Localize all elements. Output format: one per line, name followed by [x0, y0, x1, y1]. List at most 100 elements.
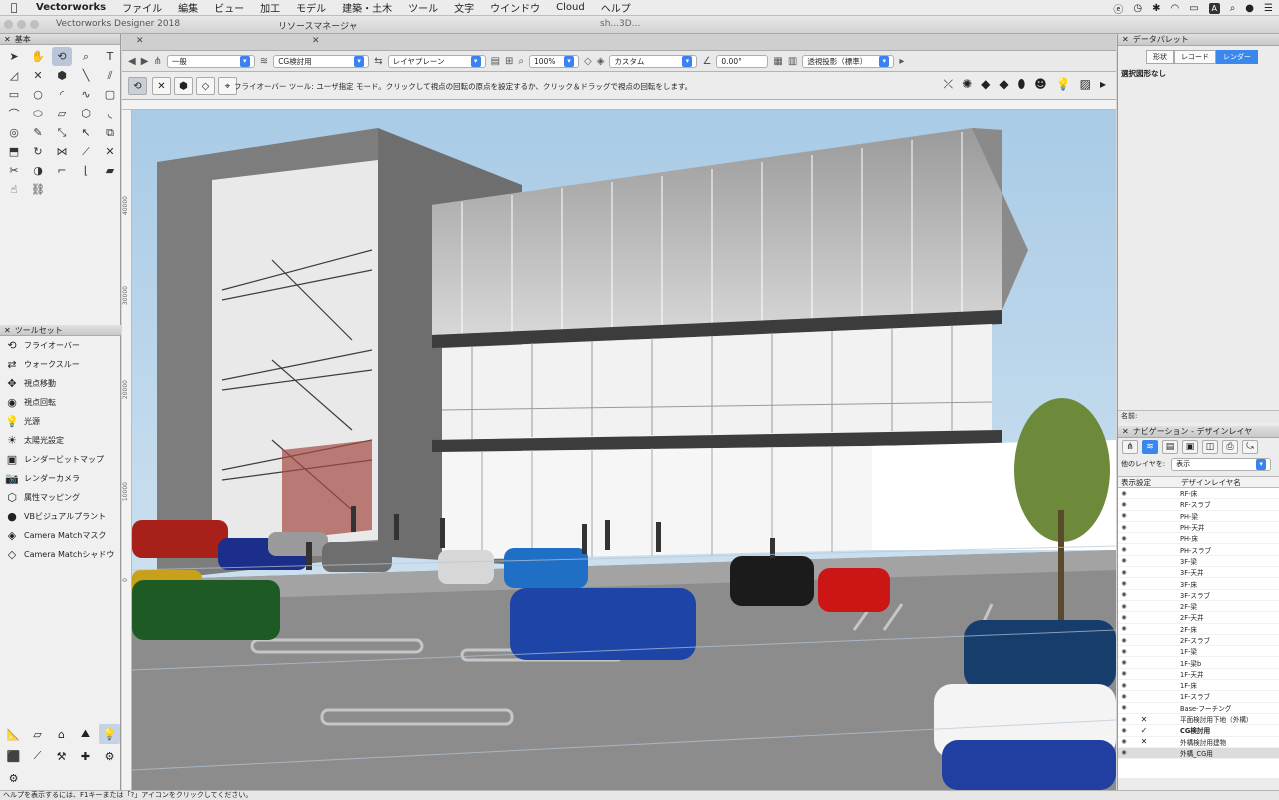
eye-icon[interactable]: ◉	[1118, 490, 1130, 497]
layer-row[interactable]: ◉ 1F-床	[1118, 680, 1279, 692]
layer-row[interactable]: ◉ PH-床	[1118, 533, 1279, 545]
layer-visibility-mark[interactable]: ✓	[1130, 726, 1158, 735]
battery-icon[interactable]: ▭	[1189, 3, 1198, 14]
design-viewport[interactable]	[132, 110, 1116, 790]
user-icon[interactable]: ●	[1245, 3, 1254, 14]
extra-toolset-icon[interactable]: ⚙	[3, 768, 24, 788]
toolset-item[interactable]: ⇄ ウォークスルー	[0, 355, 121, 374]
toolset-item[interactable]: ◈ Camera Matchマスク	[0, 526, 121, 545]
menu-edit[interactable]: 編集	[170, 0, 206, 15]
toolset-item[interactable]: 📷 レンダーカメラ	[0, 469, 121, 488]
mirror-tool-icon[interactable]: ⋈	[52, 142, 72, 161]
menu-file[interactable]: ファイル	[114, 0, 170, 15]
menu-modify[interactable]: 加工	[252, 0, 288, 15]
toolset-close-icon[interactable]: ✕	[4, 325, 11, 335]
bezier-tool-icon[interactable]: ⌐	[52, 161, 72, 180]
eye-icon[interactable]: ◉	[1118, 738, 1130, 745]
spiral-tool-icon[interactable]: ◎	[4, 123, 24, 142]
nav-references-icon[interactable]: ⎙	[1222, 440, 1238, 454]
eye-icon[interactable]: ◉	[1118, 512, 1130, 519]
dims-toolset-icon[interactable]: 📐	[3, 724, 24, 744]
line-tool-icon[interactable]: ╲	[76, 66, 96, 85]
spotlight-icon[interactable]: ⌕	[1230, 3, 1236, 14]
eye-icon[interactable]: ◉	[1118, 704, 1130, 711]
menu-window[interactable]: ウインドウ	[482, 0, 548, 15]
layer-icon[interactable]: ≋	[260, 56, 268, 67]
menu-app-name[interactable]: Vectorworks	[28, 2, 114, 13]
eye-icon[interactable]: ◉	[1118, 501, 1130, 508]
regular-polygon-tool-icon[interactable]: ⬡	[76, 104, 96, 123]
rotate-tool-icon[interactable]: ↻	[28, 142, 48, 161]
palette-close-icon[interactable]: ✕	[1122, 426, 1129, 437]
zoom-tool-icon[interactable]: ⌕	[76, 47, 96, 66]
layer-row[interactable]: ◉ 2F-スラブ	[1118, 635, 1279, 647]
eye-icon[interactable]: ◉	[1118, 591, 1130, 598]
layout-icon[interactable]: ▥	[788, 56, 797, 67]
layer-popup[interactable]: CG検討用 ▾	[273, 54, 370, 68]
annotations-toolset-icon[interactable]: ✚	[75, 746, 96, 766]
zoom-window-button[interactable]	[30, 20, 39, 29]
layer-plane-icon[interactable]: ⇆	[374, 56, 382, 67]
oval-tool-icon[interactable]: ⬭	[28, 104, 48, 123]
toolset-item[interactable]: ☀ 太陽光設定	[0, 431, 121, 450]
back-icon[interactable]: ◀	[128, 56, 136, 67]
tab-record[interactable]: レコード	[1174, 50, 1216, 64]
texture-icon[interactable]: ⬮	[1018, 77, 1026, 92]
toolset-item[interactable]: ◇ Camera Matchシャドウ	[0, 545, 121, 564]
layer-row[interactable]: ◉ PH-梁	[1118, 511, 1279, 522]
selection-tool-icon[interactable]: ➤	[4, 47, 24, 66]
eye-icon[interactable]: ◉	[1118, 727, 1130, 734]
tab-shape[interactable]: 形状	[1146, 50, 1174, 64]
palette-close-icon[interactable]: ✕	[4, 34, 11, 44]
nav-symbols-icon[interactable]: ⤿	[1242, 440, 1258, 454]
3d-modeling-toolset-icon[interactable]: ⬛	[3, 746, 24, 766]
eyedropper-tool-icon[interactable]: ✎	[28, 123, 48, 142]
objects-toolset-icon[interactable]: ⚙	[99, 746, 120, 766]
layer-row[interactable]: ◉ 1F-梁b	[1118, 657, 1279, 669]
menu-cloud[interactable]: Cloud	[548, 2, 593, 13]
layer-row[interactable]: ◉ 1F-スラブ	[1118, 691, 1279, 703]
eye-icon[interactable]: ◉	[1118, 580, 1130, 587]
eraser-tool-icon[interactable]: ▰	[100, 161, 120, 180]
pan-tool-icon[interactable]: ✋	[28, 47, 48, 66]
light-settings-icon[interactable]: ✺	[962, 77, 972, 92]
layer-row[interactable]: ◉ RF-スラブ	[1118, 499, 1279, 511]
class-popup[interactable]: 一般 ▾	[166, 54, 255, 68]
zoom-popup[interactable]: 100% ▾	[529, 54, 580, 68]
machine-toolset-icon[interactable]: ⚒	[51, 746, 72, 766]
layer-row[interactable]: ◉ 2F-梁	[1118, 601, 1279, 613]
layer-row[interactable]: ◉ 3F-梁	[1118, 556, 1279, 568]
layer-row[interactable]: ◉ 1F-梁	[1118, 646, 1279, 658]
eye-icon[interactable]: ◉	[1118, 637, 1130, 644]
layer-row[interactable]: ◉ 1F-天井	[1118, 669, 1279, 681]
detailing-toolset-icon[interactable]: ⟋	[27, 746, 48, 766]
eye-icon[interactable]: ◉	[1118, 557, 1130, 564]
locus-tool-icon[interactable]: ✕	[28, 66, 48, 85]
angle-field[interactable]: 0.00°	[716, 54, 769, 68]
layer-row[interactable]: ◉ PH-スラブ	[1118, 544, 1279, 556]
zoom-icon[interactable]: ⌕	[518, 56, 524, 67]
nav-classes-icon[interactable]: ⋔	[1122, 440, 1138, 454]
layer-visibility-mark[interactable]: ✕	[1130, 715, 1158, 724]
polygon-tool-icon[interactable]: ▱	[52, 104, 72, 123]
layer-row[interactable]: ◉ 3F-天井	[1118, 567, 1279, 579]
notification-center-icon[interactable]: ☰	[1264, 3, 1273, 14]
menu-architecture[interactable]: 建築・土木	[334, 0, 400, 15]
flyover-mode-center-icon[interactable]: ✕	[152, 77, 171, 95]
nav-viewports-icon[interactable]: ▣	[1182, 440, 1198, 454]
col-visibility[interactable]: 表示設定	[1118, 477, 1178, 487]
menu-help[interactable]: ヘルプ	[593, 0, 639, 15]
bluetooth-icon[interactable]: ✱	[1152, 3, 1160, 14]
double-line-tool-icon[interactable]: ⫽	[100, 66, 120, 85]
layer-visibility-mark[interactable]: ✕	[1130, 737, 1158, 746]
render-preset-icon[interactable]: ◆	[981, 77, 990, 92]
class-icon[interactable]: ⋔	[153, 56, 161, 67]
iso-view-icon[interactable]: ◈	[597, 56, 605, 67]
eye-icon[interactable]: ◉	[1118, 648, 1130, 655]
3d-rotate-tool-icon[interactable]: ⧉	[100, 123, 120, 142]
forward-icon[interactable]: ▶	[141, 56, 149, 67]
building-shell-toolset-icon[interactable]: ▱	[27, 724, 48, 744]
clip-tool-icon[interactable]: ⟋	[76, 142, 96, 161]
tab-close-icon-2[interactable]: ✕	[312, 36, 320, 51]
offset-tool-icon[interactable]: ⬒	[4, 142, 24, 161]
